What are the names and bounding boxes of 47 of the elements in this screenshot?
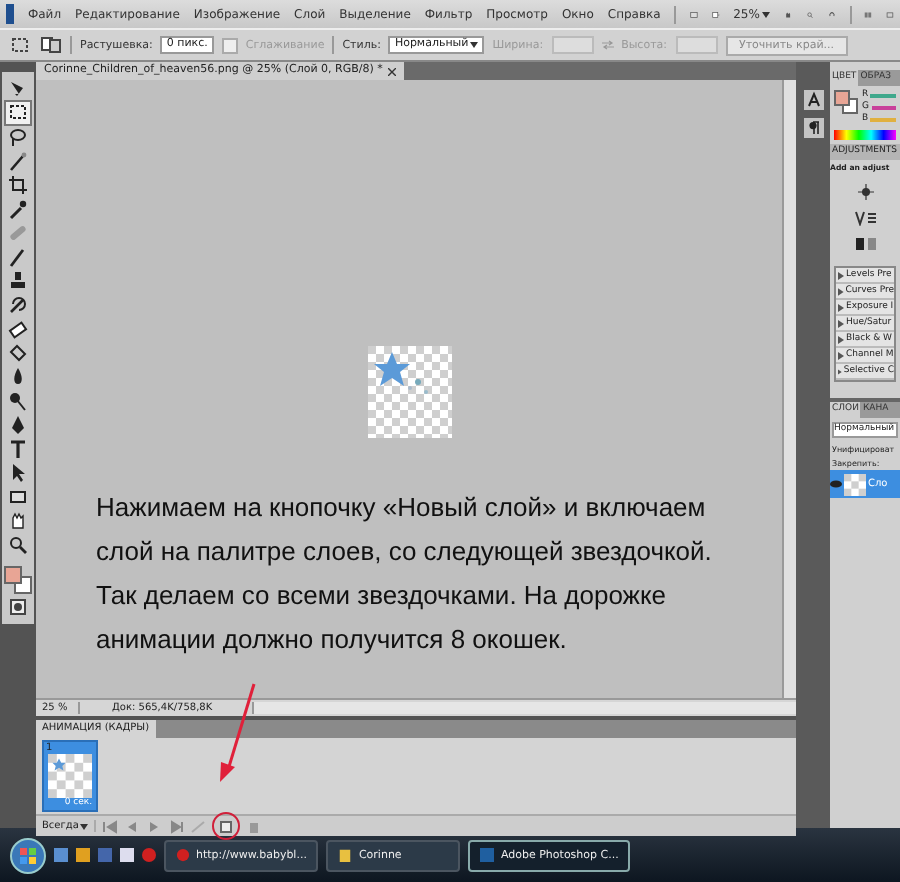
instruction-text: Нажимаем на кнопочку «Новый слой» и включаем слой на палитре слоев, со следующей звездочкой. Так делаем со всеми звездочками. На дорожке анимации должно получится 8 окошек. (96, 490, 714, 658)
type-icon[interactable] (6, 438, 30, 460)
bucket-icon[interactable] (6, 342, 30, 364)
quick-mask-icon[interactable] (6, 596, 30, 618)
lasso-icon[interactable] (6, 126, 30, 148)
antialias-checkbox[interactable] (221, 37, 238, 53)
zoom-icon[interactable] (6, 534, 30, 556)
frame-thumbnail (48, 754, 92, 798)
crop-icon[interactable] (6, 174, 30, 196)
height-field[interactable] (675, 36, 717, 54)
color-swatches-icon[interactable] (4, 566, 32, 594)
dodge-icon[interactable] (6, 390, 30, 412)
layer-thumbnail (844, 473, 866, 495)
folder-icon (338, 848, 353, 862)
color-spectrum[interactable] (834, 130, 896, 140)
marquee-icon[interactable] (6, 102, 30, 124)
wand-icon[interactable] (6, 150, 30, 172)
vertical-scrollbar[interactable] (782, 80, 796, 698)
history-brush-icon[interactable] (6, 294, 30, 316)
gradient-icon[interactable] (853, 236, 877, 252)
window-switch-icon[interactable] (98, 848, 112, 862)
paragraph-icon[interactable] (803, 118, 823, 138)
star-image-drawing (367, 346, 451, 438)
brightness-icon[interactable] (853, 184, 877, 200)
stamp-icon[interactable] (6, 270, 30, 292)
character-icon[interactable] (803, 90, 823, 110)
eraser-icon[interactable] (6, 318, 30, 340)
shape-icon[interactable] (6, 486, 30, 508)
close-icon[interactable] (388, 67, 397, 75)
start-button[interactable] (10, 837, 46, 873)
brush-icon[interactable] (6, 246, 30, 268)
new-frame-icon[interactable] (218, 819, 235, 833)
hand-icon[interactable] (6, 510, 30, 532)
browser-icon (176, 848, 190, 862)
width-field[interactable] (551, 36, 594, 54)
selection-mode-icon[interactable] (40, 36, 62, 54)
horizontal-scrollbar[interactable] (254, 702, 796, 714)
photoshop-icon (480, 848, 495, 862)
eyedropper-icon[interactable] (6, 198, 30, 220)
eye-icon[interactable] (830, 480, 842, 488)
caret-icon (470, 42, 479, 48)
color-swatches-icon[interactable] (834, 90, 858, 114)
browser-icon[interactable] (142, 848, 156, 862)
pen-icon[interactable] (6, 414, 30, 436)
caret-icon (761, 11, 770, 17)
levels-icon[interactable] (853, 210, 877, 226)
marquee-icon[interactable] (10, 36, 32, 54)
